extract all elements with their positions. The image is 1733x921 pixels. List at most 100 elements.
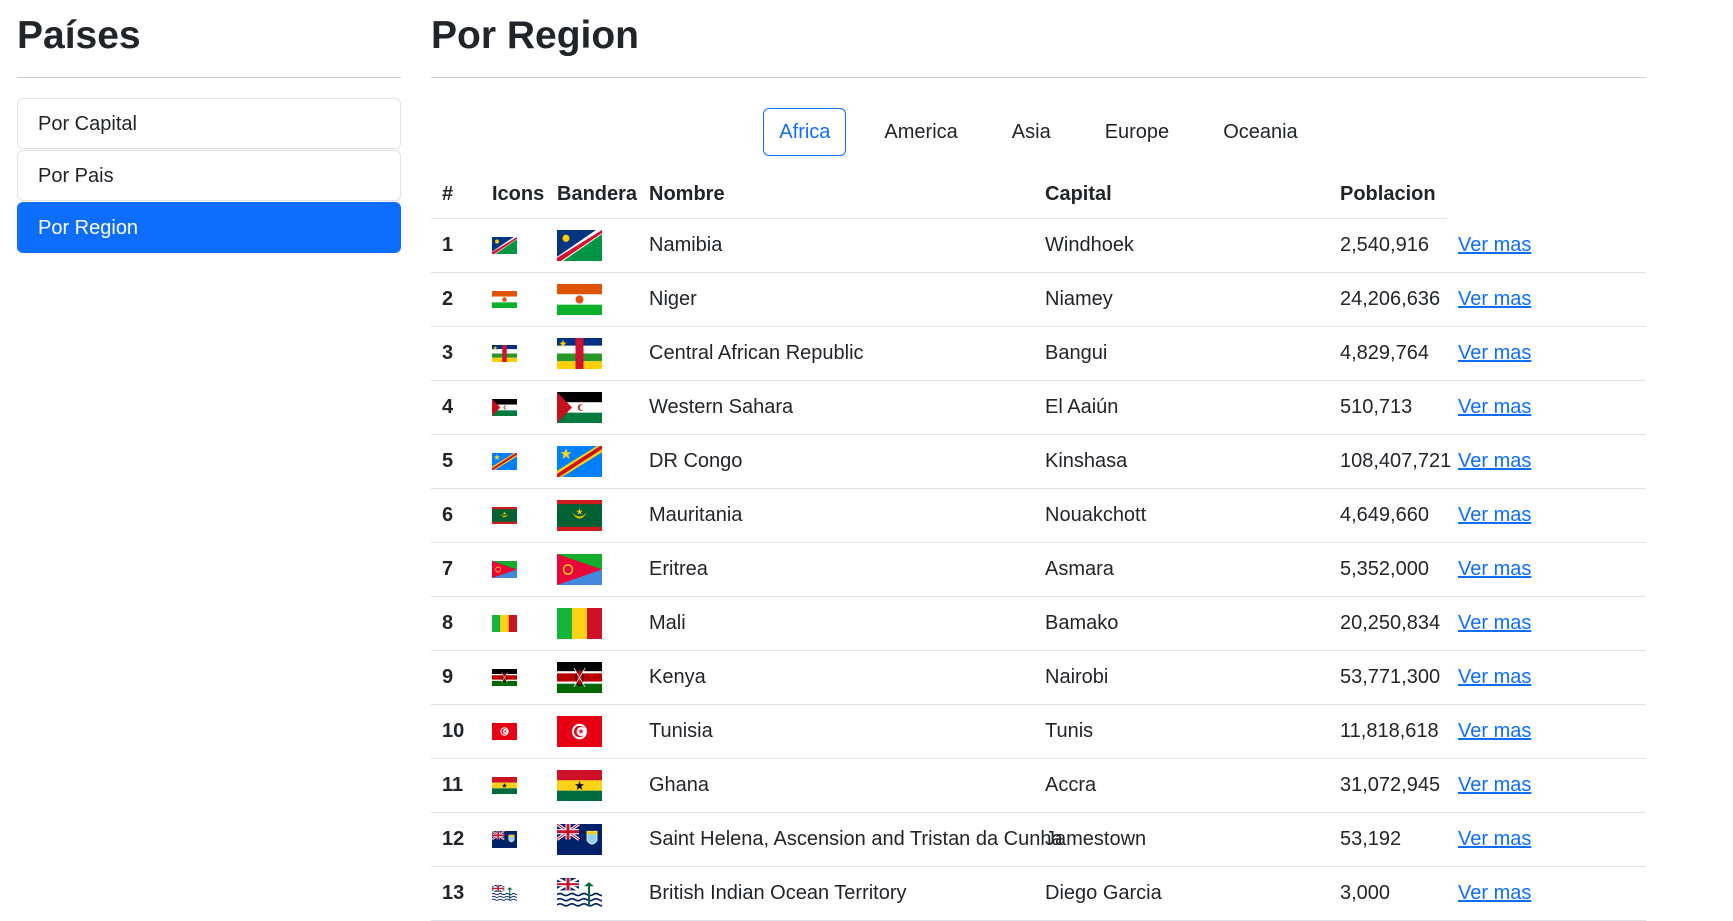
row-flag-cell (546, 650, 638, 705)
ver-mas-link[interactable]: Ver mas (1458, 720, 1531, 742)
row-capital: Windhoek (1034, 218, 1329, 273)
row-country-name: Saint Helena, Ascension and Tristan da C… (638, 812, 1063, 867)
row-capital: Niamey (1034, 272, 1329, 327)
table-row: 6 Mauritania Nouakchott 4,649,660 Ver mas (431, 488, 1646, 543)
row-population: 31,072,945 (1329, 758, 1447, 813)
sidebar-title: Países (17, 14, 141, 57)
ver-mas-link[interactable]: Ver mas (1458, 396, 1531, 418)
region-button-america[interactable]: America (868, 108, 973, 156)
ghana-flag-image (557, 770, 627, 801)
kenya-flag-image (557, 662, 627, 693)
ver-mas-link[interactable]: Ver mas (1458, 612, 1531, 634)
column-header-nombre: Nombre (638, 170, 1034, 219)
eritrea-flag-image (557, 554, 627, 585)
row-number: 12 (431, 812, 481, 867)
niger-flag-image (557, 284, 627, 315)
row-flag-cell (546, 218, 638, 273)
row-population: 24,206,636 (1329, 272, 1447, 327)
table-row: 5 DR Congo Kinshasa 108,407,721 Ver mas (431, 434, 1646, 489)
kenya-flag-icon (492, 669, 535, 686)
row-population: 20,250,834 (1329, 596, 1447, 651)
sidebar-item-por-pais[interactable]: Por Pais (17, 150, 401, 201)
row-number: 9 (431, 650, 481, 705)
row-number: 1 (431, 218, 481, 273)
row-country-name: Eritrea (638, 542, 1034, 597)
row-flag-cell (546, 434, 638, 489)
ghana-flag-icon (492, 777, 535, 794)
mali-flag-icon (492, 615, 535, 632)
column-header-bandera: Bandera (546, 170, 638, 219)
mauritania-flag-image (557, 500, 627, 531)
table-row: 8 Mali Bamako 20,250,834 Ver mas (431, 596, 1646, 651)
table-row: 9 Kenya Nairobi 53,771,300 Ver mas (431, 650, 1646, 705)
row-flag-cell (546, 704, 638, 759)
row-icon-cell (481, 380, 546, 435)
western-sahara-flag-image (557, 392, 627, 423)
row-flag-cell (546, 758, 638, 813)
row-icon-cell (481, 218, 546, 273)
region-button-africa[interactable]: Africa (763, 108, 847, 156)
row-country-name: Central African Republic (638, 326, 1034, 381)
sidebar-item-por-capital[interactable]: Por Capital (17, 98, 401, 149)
row-number: 7 (431, 542, 481, 597)
column-header-capital: Capital (1034, 170, 1329, 219)
ver-mas-link[interactable]: Ver mas (1458, 774, 1531, 796)
column-header-number: # (431, 170, 481, 219)
ver-mas-link[interactable]: Ver mas (1458, 234, 1531, 256)
ver-mas-link[interactable]: Ver mas (1458, 666, 1531, 688)
ver-mas-link[interactable]: Ver mas (1458, 558, 1531, 580)
row-action-cell: Ver mas (1447, 488, 1646, 543)
title-divider (431, 77, 1646, 78)
row-number: 11 (431, 758, 481, 813)
row-icon-cell (481, 596, 546, 651)
row-action-cell: Ver mas (1447, 704, 1646, 759)
row-capital: Kinshasa (1034, 434, 1329, 489)
ver-mas-link[interactable]: Ver mas (1458, 288, 1531, 310)
ver-mas-link[interactable]: Ver mas (1458, 882, 1531, 904)
row-flag-cell (546, 488, 638, 543)
row-population: 4,649,660 (1329, 488, 1447, 543)
table-row: 2 Niger Niamey 24,206,636 Ver mas (431, 272, 1646, 327)
ver-mas-link[interactable]: Ver mas (1458, 342, 1531, 364)
ver-mas-link[interactable]: Ver mas (1458, 504, 1531, 526)
namibia-flag-icon (492, 237, 535, 254)
row-icon-cell (481, 758, 546, 813)
ver-mas-link[interactable]: Ver mas (1458, 828, 1531, 850)
column-header-actions (1447, 170, 1646, 219)
region-button-oceania[interactable]: Oceania (1207, 108, 1314, 156)
row-country-name: Kenya (638, 650, 1034, 705)
row-population: 108,407,721 (1329, 434, 1451, 489)
car-flag-image (557, 338, 627, 369)
row-number: 10 (431, 704, 481, 759)
region-button-europe[interactable]: Europe (1089, 108, 1186, 156)
row-country-name: Mali (638, 596, 1034, 651)
row-flag-cell (546, 272, 638, 327)
main-content: Por Region Africa America Asia Europe Oc… (431, 0, 1646, 921)
region-button-asia[interactable]: Asia (996, 108, 1067, 156)
row-capital: Accra (1034, 758, 1329, 813)
tunisia-flag-image (557, 716, 627, 747)
row-action-cell: Ver mas (1447, 326, 1646, 381)
row-population: 4,829,764 (1329, 326, 1447, 381)
mauritania-flag-icon (492, 507, 535, 524)
page-title: Por Region (431, 14, 640, 57)
niger-flag-icon (492, 291, 535, 308)
dr-congo-flag-icon (492, 453, 535, 470)
table-row: 11 Ghana Accra 31,072,945 Ver mas (431, 758, 1646, 813)
mali-flag-image (557, 608, 627, 639)
row-country-name: Ghana (638, 758, 1034, 813)
table-row: 4 Western Sahara El Aaiún 510,713 Ver mas (431, 380, 1646, 435)
row-icon-cell (481, 434, 546, 489)
western-sahara-flag-icon (492, 399, 535, 416)
row-action-cell: Ver mas (1447, 758, 1646, 813)
row-action-cell: Ver mas (1447, 812, 1646, 867)
saint-helena-flag-icon (492, 831, 535, 848)
row-number: 4 (431, 380, 481, 435)
sidebar-item-por-region[interactable]: Por Region (17, 202, 401, 253)
namibia-flag-image (557, 230, 627, 261)
sidebar-menu: Por Capital Por Pais Por Region (17, 98, 401, 253)
ver-mas-link[interactable]: Ver mas (1458, 450, 1531, 472)
sidebar-divider (17, 77, 401, 78)
row-population: 53,192 (1329, 812, 1447, 867)
row-flag-cell (546, 542, 638, 597)
